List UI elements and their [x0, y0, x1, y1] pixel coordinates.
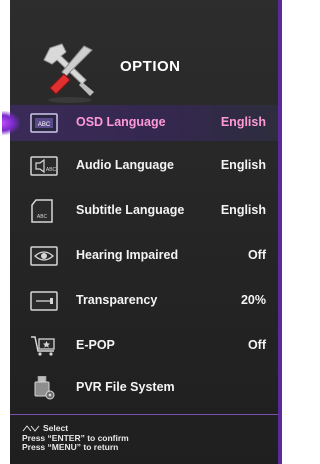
menu-item-transparency[interactable]: Transparency 20%: [10, 283, 278, 319]
menu-item-label: E-POP: [76, 338, 115, 352]
tools-icon: [43, 43, 94, 103]
menu-item-audio-language[interactable]: ABC Audio Language English: [10, 148, 278, 184]
menu-item-value: English: [220, 203, 266, 217]
footer-divider: [10, 414, 278, 415]
menu-item-pvr-file-system[interactable]: PVR File System: [10, 370, 278, 406]
transparency-icon: [30, 291, 58, 311]
return-hint: Press “MENU” to return: [22, 442, 119, 452]
abc-badge: ABC: [38, 122, 51, 128]
menu-item-hearing-impaired[interactable]: Hearing Impaired Off: [10, 238, 278, 274]
eye-icon: [30, 246, 58, 266]
up-down-arrows-icon: [22, 425, 40, 433]
menu-item-label: PVR File System: [76, 380, 175, 394]
menu-item-value: English: [220, 158, 266, 172]
menu-item-label: OSD Language: [76, 115, 166, 129]
menu-item-label: Audio Language: [76, 158, 174, 172]
menu-item-osd-language[interactable]: ABC OSD Language English: [2, 105, 278, 141]
usb-disk-icon: [34, 376, 55, 400]
menu-item-subtitle-language[interactable]: ABC Subtitle Language English: [10, 193, 278, 229]
osd-language-icon: ABC: [30, 113, 58, 133]
help-footer: Select Press “ENTER” to confirm Press “M…: [22, 423, 129, 453]
menu-item-value: English: [220, 115, 266, 129]
page-title: OPTION: [120, 58, 181, 75]
abc-badge: ABC: [37, 214, 48, 220]
menu-item-label: Hearing Impaired: [76, 248, 179, 262]
abc-badge: ABC: [46, 167, 57, 173]
menu-header: OPTION: [10, 0, 278, 105]
menu-item-label: Transparency: [76, 293, 158, 307]
subtitle-language-icon: ABC: [31, 199, 53, 223]
option-menu-panel: OPTION ABC OSD Language English ABC Audi…: [2, 0, 282, 464]
selection-indicator: [2, 111, 20, 135]
cart-icon: [31, 336, 55, 356]
audio-language-icon: ABC: [30, 156, 58, 176]
menu-item-e-pop[interactable]: E-POP Off: [10, 328, 278, 364]
menu-item-label: Subtitle Language: [76, 203, 185, 217]
menu-item-value: Off: [247, 248, 266, 262]
menu-item-value: 20%: [240, 293, 266, 307]
menu-item-value: Off: [247, 338, 266, 352]
